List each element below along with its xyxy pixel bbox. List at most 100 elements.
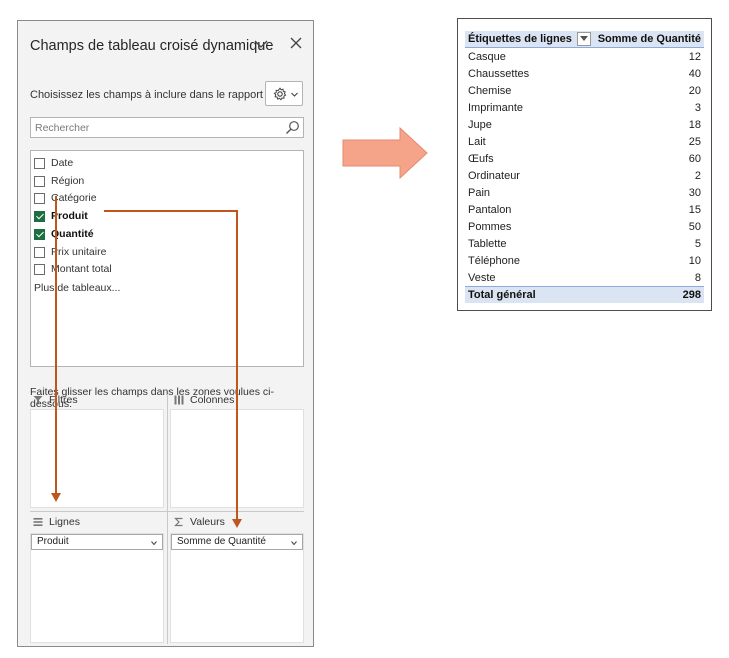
pivot-row: Imprimante 3 <box>465 100 704 117</box>
field-label: Quantité <box>51 228 94 240</box>
pivot-row: Ordinateur 2 <box>465 168 704 185</box>
field-region-checkbox[interactable] <box>34 175 45 187</box>
filters-drop-zone[interactable] <box>30 409 164 508</box>
pivot-row-value: 12 <box>688 51 701 63</box>
values-area-header: Valeurs <box>174 514 225 529</box>
tools-button[interactable] <box>265 81 303 106</box>
values-field-somme-quantite[interactable]: Somme de Quantité <box>171 534 303 550</box>
pivot-field-pane: Champs de tableau croisé dynamique Chois… <box>17 20 314 647</box>
pivot-row: Chaussettes 40 <box>465 66 704 83</box>
pivot-row-value: 2 <box>694 170 701 182</box>
pivot-row: Pommes 50 <box>465 219 704 236</box>
field-region[interactable]: Région <box>34 174 84 188</box>
rows-field-produit[interactable]: Produit <box>31 534 163 550</box>
field-prix-unitaire[interactable]: Prix unitaire <box>34 245 106 259</box>
chevron-down-icon[interactable] <box>291 540 297 546</box>
pivot-row: Casque 12 <box>465 49 704 66</box>
pivot-row-label: Veste <box>468 272 496 284</box>
values-area-label: Valeurs <box>190 515 225 528</box>
field-produit[interactable]: Produit <box>34 209 88 223</box>
pivot-row-label: Tablette <box>468 238 507 250</box>
field-categorie[interactable]: Catégorie <box>34 191 97 205</box>
grand-total-row: Total général 298 <box>465 286 704 303</box>
pivot-row: Pantalon 15 <box>465 202 704 219</box>
search-icon[interactable] <box>285 120 300 135</box>
chevron-down-icon[interactable] <box>151 540 157 546</box>
chevron-down-icon <box>291 92 298 97</box>
field-produit-checkbox[interactable] <box>34 210 45 222</box>
pivot-row: Lait 25 <box>465 134 704 151</box>
columns-drop-zone[interactable] <box>170 409 304 508</box>
pivot-row-value: 25 <box>688 136 701 148</box>
pane-title: Champs de tableau croisé dynamique <box>30 38 274 54</box>
field-quantite[interactable]: Quantité <box>34 227 94 241</box>
pivot-row-label: Lait <box>468 136 486 148</box>
rows-drop-zone[interactable]: Produit <box>30 533 164 643</box>
pivot-row-label: Casque <box>468 51 506 63</box>
filters-area-header: Filtres <box>33 392 78 407</box>
field-montant-total[interactable]: Montant total <box>34 262 112 276</box>
pivot-row: Tablette 5 <box>465 236 704 253</box>
pivot-row-value: 10 <box>688 255 701 267</box>
field-label: Région <box>51 175 85 187</box>
columns-icon <box>174 395 184 404</box>
pivot-row-value: 8 <box>694 272 701 284</box>
pivot-row-label: Chemise <box>468 85 512 97</box>
row-labels-filter-button[interactable] <box>577 32 591 46</box>
pivot-header-row: Étiquettes de lignes Somme de Quantité <box>465 31 704 48</box>
columns-area-label: Colonnes <box>190 393 235 406</box>
filters-area-label: Filtres <box>49 393 78 406</box>
field-date-checkbox[interactable] <box>34 157 45 169</box>
grand-total-value: 298 <box>682 289 701 301</box>
chevron-down-icon[interactable] <box>254 37 268 51</box>
field-label: Montant total <box>51 263 112 275</box>
pivot-row-value: 18 <box>688 119 701 131</box>
sigma-icon <box>174 517 183 526</box>
more-tables-link[interactable]: Plus de tableaux... <box>34 282 120 294</box>
pivot-row: Téléphone 10 <box>465 253 704 270</box>
choose-fields-label: Choisissez les champs à inclure dans le … <box>30 89 270 101</box>
rows-area-label: Lignes <box>49 515 80 528</box>
values-drop-zone[interactable]: Somme de Quantité <box>170 533 304 643</box>
pivot-row-value: 15 <box>688 204 701 216</box>
dropdown-arrow-icon <box>580 36 588 41</box>
field-list: Date Région Catégorie Produit Quantité P… <box>30 150 304 367</box>
pivot-row-value: 5 <box>694 238 701 250</box>
pivot-row-value: 30 <box>688 187 701 199</box>
search-box[interactable] <box>30 117 304 138</box>
pivot-row-value: 40 <box>688 68 701 80</box>
gear-icon <box>273 87 287 101</box>
pivot-row-label: Pantalon <box>468 204 512 216</box>
field-categorie-checkbox[interactable] <box>34 192 45 204</box>
rows-area-header: Lignes <box>33 514 80 529</box>
pivot-row-value: 20 <box>688 85 701 97</box>
pivot-row-value: 3 <box>694 102 701 114</box>
pivot-row-label: Pommes <box>468 221 512 233</box>
pivot-row-label: Œufs <box>468 153 494 165</box>
big-right-arrow <box>342 127 428 179</box>
field-montant-total-checkbox[interactable] <box>34 263 45 275</box>
rows-field-label: Produit <box>37 536 69 547</box>
pivot-row-label: Chaussettes <box>468 68 530 80</box>
area-horizontal-splitter[interactable] <box>30 511 304 512</box>
pivot-row-label: Jupe <box>468 119 492 131</box>
field-label: Catégorie <box>51 192 97 204</box>
pivot-row: Veste 8 <box>465 270 704 287</box>
field-prix-unitaire-checkbox[interactable] <box>34 246 45 258</box>
pivot-row: Œufs 60 <box>465 151 704 168</box>
field-quantite-checkbox[interactable] <box>34 228 45 240</box>
grand-total-label: Total général <box>468 289 536 301</box>
pivot-row-value: 50 <box>688 221 701 233</box>
pivot-row-value: 60 <box>688 153 701 165</box>
field-date[interactable]: Date <box>34 156 73 170</box>
values-field-label: Somme de Quantité <box>177 536 266 547</box>
sum-quantity-header: Somme de Quantité <box>597 33 701 45</box>
field-label: Date <box>51 157 74 169</box>
columns-area-header: Colonnes <box>174 392 234 407</box>
search-input[interactable] <box>35 120 275 135</box>
pivot-row: Pain 30 <box>465 185 704 202</box>
pivot-row: Jupe 18 <box>465 117 704 134</box>
rows-icon <box>33 517 43 526</box>
close-icon[interactable] <box>289 36 303 50</box>
field-label: Produit <box>51 210 88 222</box>
